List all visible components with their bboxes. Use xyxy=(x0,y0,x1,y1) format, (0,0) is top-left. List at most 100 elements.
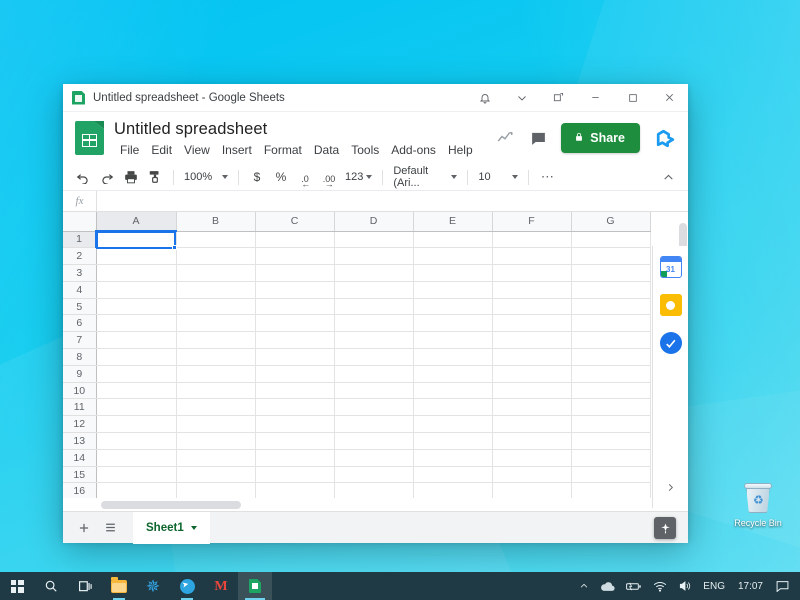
cell-D14[interactable] xyxy=(334,449,413,466)
row-header-15[interactable]: 15 xyxy=(63,466,96,483)
cell-C8[interactable] xyxy=(255,349,334,366)
cell-E5[interactable] xyxy=(413,298,492,315)
tray-clock[interactable]: 17:07 xyxy=(731,572,770,600)
add-sheet-icon[interactable] xyxy=(71,515,97,541)
comment-icon[interactable] xyxy=(523,123,553,153)
cell-A15[interactable] xyxy=(96,466,176,483)
cell-A11[interactable] xyxy=(96,399,176,416)
taskbar-google-sheets[interactable] xyxy=(238,572,272,600)
menu-edit[interactable]: Edit xyxy=(145,141,178,160)
cell-C2[interactable] xyxy=(255,248,334,265)
cell-A13[interactable] xyxy=(96,433,176,450)
row-header-16[interactable]: 16 xyxy=(63,483,96,498)
cell-G2[interactable] xyxy=(571,248,650,265)
cell-E12[interactable] xyxy=(413,416,492,433)
cell-D7[interactable] xyxy=(334,332,413,349)
cell-F5[interactable] xyxy=(492,298,571,315)
row-header-10[interactable]: 10 xyxy=(63,382,96,399)
cell-C11[interactable] xyxy=(255,399,334,416)
currency-format-button[interactable]: $ xyxy=(245,166,269,188)
task-view-button[interactable] xyxy=(68,572,102,600)
cell-G8[interactable] xyxy=(571,349,650,366)
cell-D10[interactable] xyxy=(334,382,413,399)
sheet-tab-sheet1[interactable]: Sheet1 xyxy=(133,512,210,544)
cell-E2[interactable] xyxy=(413,248,492,265)
cell-E11[interactable] xyxy=(413,399,492,416)
font-size-select[interactable]: 10 xyxy=(474,166,522,188)
chevron-down-icon[interactable] xyxy=(503,84,540,112)
menu-tools[interactable]: Tools xyxy=(345,141,385,160)
cell-G4[interactable] xyxy=(571,281,650,298)
maximize-icon[interactable] xyxy=(614,84,651,112)
cell-E9[interactable] xyxy=(413,365,492,382)
minimize-icon[interactable] xyxy=(577,84,614,112)
cell-B4[interactable] xyxy=(176,281,255,298)
collapse-toolbar-icon[interactable] xyxy=(656,166,680,188)
cell-G7[interactable] xyxy=(571,332,650,349)
cell-G10[interactable] xyxy=(571,382,650,399)
menu-format[interactable]: Format xyxy=(258,141,308,160)
expand-panel-icon[interactable] xyxy=(665,482,676,496)
cell-F16[interactable] xyxy=(492,483,571,498)
cell-B1[interactable] xyxy=(176,231,255,248)
menu-insert[interactable]: Insert xyxy=(216,141,258,160)
popout-icon[interactable] xyxy=(540,84,577,112)
battery-icon[interactable] xyxy=(621,572,647,600)
cell-E6[interactable] xyxy=(413,315,492,332)
action-center-icon[interactable] xyxy=(771,572,794,600)
google-calendar-icon[interactable]: 31 xyxy=(660,256,682,278)
cell-A8[interactable] xyxy=(96,349,176,366)
cell-B8[interactable] xyxy=(176,349,255,366)
cell-C6[interactable] xyxy=(255,315,334,332)
row-header-13[interactable]: 13 xyxy=(63,433,96,450)
cell-D16[interactable] xyxy=(334,483,413,498)
google-sheets-logo-icon[interactable] xyxy=(75,121,104,155)
cell-B14[interactable] xyxy=(176,449,255,466)
number-format-select[interactable]: 123 xyxy=(341,166,376,188)
cell-F9[interactable] xyxy=(492,365,571,382)
cell-F12[interactable] xyxy=(492,416,571,433)
row-header-9[interactable]: 9 xyxy=(63,365,96,382)
cell-A3[interactable] xyxy=(96,265,176,282)
cell-E4[interactable] xyxy=(413,281,492,298)
cell-A9[interactable] xyxy=(96,365,176,382)
cell-C4[interactable] xyxy=(255,281,334,298)
cell-B7[interactable] xyxy=(176,332,255,349)
cell-B6[interactable] xyxy=(176,315,255,332)
cell-D1[interactable] xyxy=(334,231,413,248)
cell-B13[interactable] xyxy=(176,433,255,450)
cell-F8[interactable] xyxy=(492,349,571,366)
cell-E7[interactable] xyxy=(413,332,492,349)
cell-F10[interactable] xyxy=(492,382,571,399)
zoom-select[interactable]: 100% xyxy=(180,166,232,188)
close-icon[interactable] xyxy=(651,84,688,112)
cell-G12[interactable] xyxy=(571,416,650,433)
cell-G14[interactable] xyxy=(571,449,650,466)
cell-B15[interactable] xyxy=(176,466,255,483)
wifi-icon[interactable] xyxy=(648,572,672,600)
cell-E8[interactable] xyxy=(413,349,492,366)
cell-D3[interactable] xyxy=(334,265,413,282)
paint-format-icon[interactable] xyxy=(143,166,167,188)
cell-B9[interactable] xyxy=(176,365,255,382)
redo-icon[interactable] xyxy=(95,166,119,188)
cell-A7[interactable] xyxy=(96,332,176,349)
decrease-decimal-button[interactable]: .0← xyxy=(293,166,317,188)
cell-B10[interactable] xyxy=(176,382,255,399)
all-sheets-icon[interactable] xyxy=(97,515,123,541)
cell-E1[interactable] xyxy=(413,231,492,248)
start-button[interactable] xyxy=(0,572,34,600)
column-header-g[interactable]: G xyxy=(571,212,650,231)
cell-B16[interactable] xyxy=(176,483,255,498)
cell-D8[interactable] xyxy=(334,349,413,366)
cell-A12[interactable] xyxy=(96,416,176,433)
taskbar-file-explorer[interactable] xyxy=(102,572,136,600)
cell-C14[interactable] xyxy=(255,449,334,466)
cell-E15[interactable] xyxy=(413,466,492,483)
row-header-11[interactable]: 11 xyxy=(63,399,96,416)
cell-G6[interactable] xyxy=(571,315,650,332)
cell-D9[interactable] xyxy=(334,365,413,382)
tray-language[interactable]: ENG xyxy=(698,572,730,600)
row-header-4[interactable]: 4 xyxy=(63,281,96,298)
window-title-bar[interactable]: Untitled spreadsheet - Google Sheets xyxy=(63,84,688,112)
